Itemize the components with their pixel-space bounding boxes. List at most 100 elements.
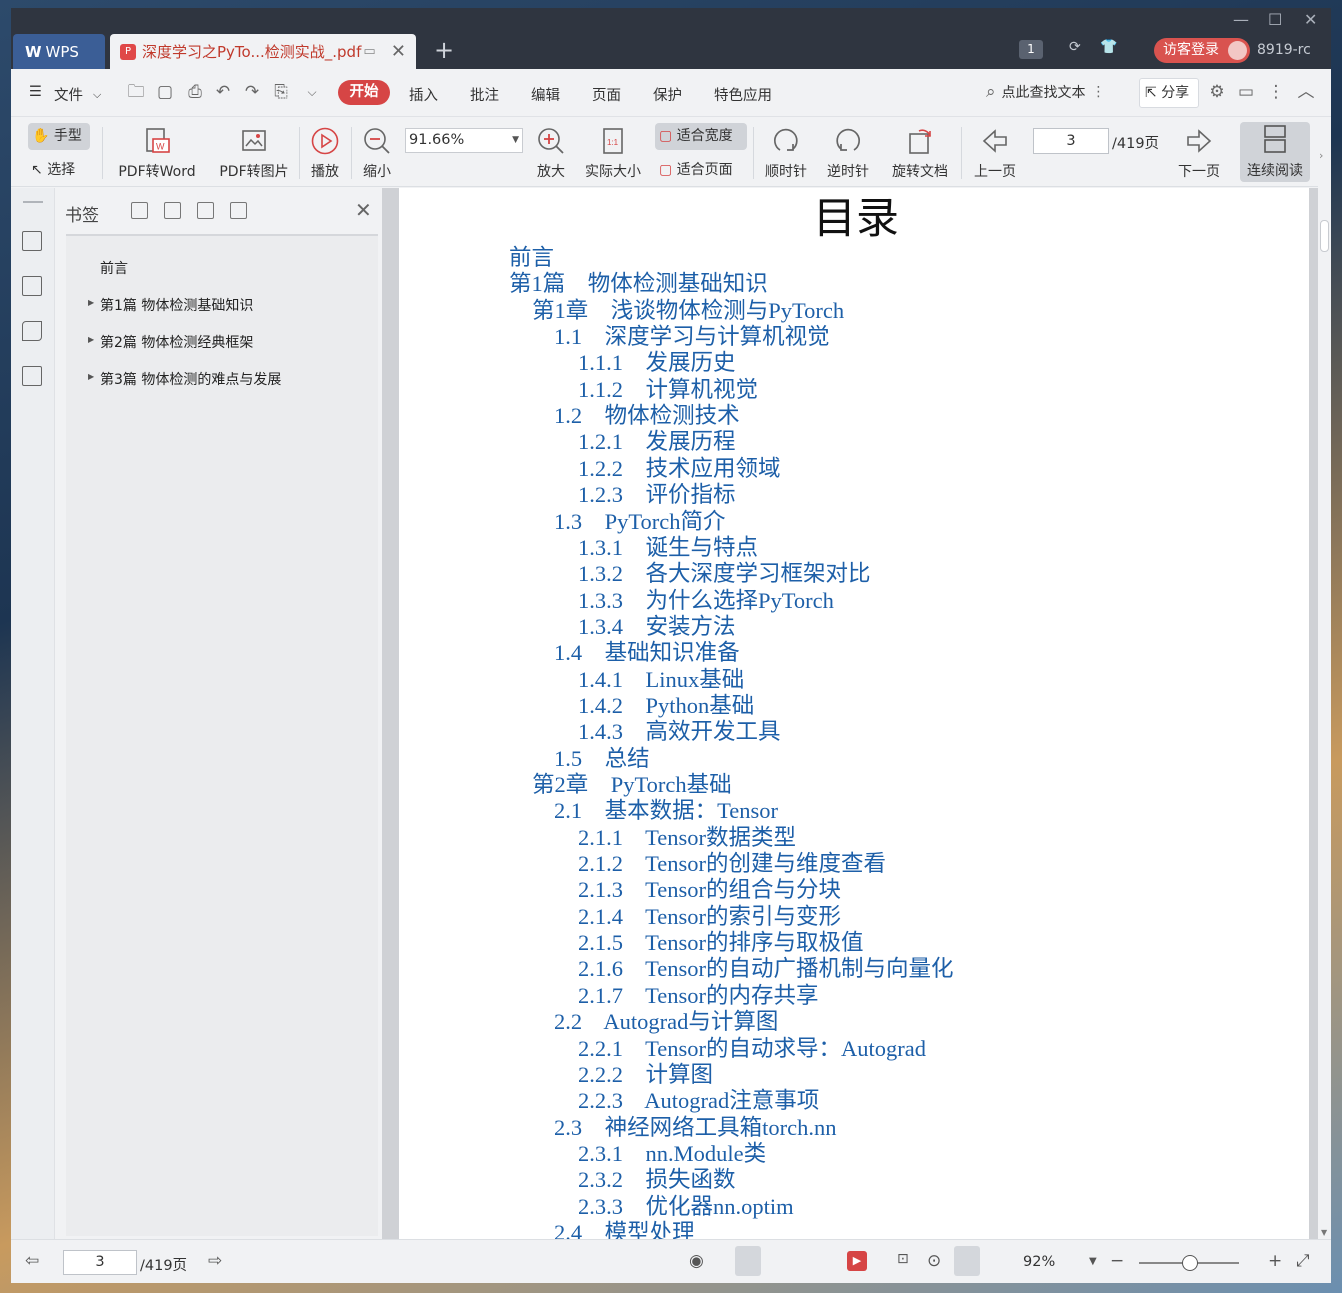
zoom-dropdown-icon[interactable]: ▼ bbox=[1089, 1256, 1097, 1267]
fit-page-small-icon[interactable]: ⊙ bbox=[927, 1251, 941, 1271]
tab-document[interactable]: P 深度学习之PyTo...检测实战_.pdf ▭ ✕ bbox=[110, 34, 416, 69]
tab-wps-home[interactable]: W WPS bbox=[13, 34, 105, 69]
zoom-slider-knob[interactable] bbox=[1182, 1255, 1198, 1271]
find-text-box[interactable]: ⌕ 点此查找文本 ⋮ bbox=[986, 82, 1106, 102]
close-icon[interactable]: ✕ bbox=[355, 198, 372, 222]
bookmark-item[interactable]: 第1篇 物体检测基础知识 bbox=[100, 295, 253, 315]
expand-triangle-icon[interactable]: ▶ bbox=[88, 335, 94, 344]
login-button[interactable]: 访客登录 bbox=[1154, 38, 1250, 63]
vertical-scrollbar[interactable]: ▼ bbox=[1318, 188, 1331, 1239]
eye-protection-icon[interactable]: ◉ bbox=[689, 1251, 704, 1271]
signature-icon[interactable] bbox=[22, 366, 42, 386]
collapse-ribbon-icon[interactable]: ︿ bbox=[1295, 81, 1317, 103]
thumbnail-icon[interactable] bbox=[22, 276, 42, 296]
zoom-in-button[interactable]: 放大 bbox=[533, 125, 569, 181]
zoom-plus-icon[interactable]: + bbox=[1268, 1251, 1282, 1271]
tab-edit[interactable]: 编辑 bbox=[531, 84, 560, 105]
continuous-view-icon[interactable] bbox=[765, 1246, 791, 1276]
expand-triangle-icon[interactable]: ▶ bbox=[88, 298, 94, 307]
single-page-view-icon[interactable] bbox=[735, 1246, 761, 1276]
save-icon[interactable]: ▢ bbox=[154, 81, 176, 103]
more-icon[interactable]: ⋮ bbox=[1265, 81, 1287, 103]
sync-icon[interactable]: ⟳ bbox=[1069, 39, 1081, 55]
select-tool-button[interactable]: ↖ 选择 bbox=[31, 159, 75, 179]
close-window-icon[interactable]: ✕ bbox=[1304, 10, 1317, 29]
actual-size-small-icon[interactable]: ⊡ bbox=[897, 1251, 909, 1267]
hamburger-icon[interactable]: ☰ bbox=[29, 84, 42, 100]
status-page-input[interactable]: 3 bbox=[63, 1250, 137, 1275]
tab-insert[interactable]: 插入 bbox=[409, 84, 438, 105]
actual-size-label: 实际大小 bbox=[585, 164, 641, 180]
zoom-out-button[interactable]: 缩小 bbox=[359, 125, 395, 181]
play-button[interactable]: 播放 bbox=[307, 125, 343, 181]
two-page-view-icon[interactable] bbox=[795, 1246, 821, 1276]
fit-page-button[interactable]: ▢ 适合页面 bbox=[659, 159, 733, 179]
window-count-badge[interactable]: 1 bbox=[1019, 40, 1043, 59]
status-zoom-value[interactable]: 92% bbox=[1023, 1254, 1055, 1270]
bookmark-item[interactable]: 第3篇 物体检测的难点与发展 bbox=[100, 369, 281, 389]
add-bookmark-icon[interactable] bbox=[197, 202, 214, 219]
bookmark-item[interactable]: 前言 bbox=[100, 258, 128, 278]
tab-protect[interactable]: 保护 bbox=[653, 84, 682, 105]
scroll-down-icon[interactable]: ▼ bbox=[1321, 1228, 1327, 1237]
slideshow-icon[interactable]: ▶ bbox=[847, 1251, 867, 1271]
annotation-icon[interactable] bbox=[22, 321, 42, 341]
zoom-minus-icon[interactable]: − bbox=[1110, 1251, 1124, 1271]
bookmark-panel-icon[interactable] bbox=[22, 231, 42, 251]
maximize-icon[interactable]: ☐ bbox=[1268, 10, 1282, 29]
rotate-document-icon bbox=[887, 125, 953, 157]
status-page-total: /419页 bbox=[140, 1258, 188, 1274]
next-page-button[interactable]: 下一页 bbox=[1173, 125, 1225, 181]
redo-icon[interactable]: ↷ bbox=[241, 81, 263, 103]
toolbar-scroll-right-icon[interactable]: › bbox=[1319, 149, 1323, 162]
collapse-all-icon[interactable] bbox=[164, 202, 181, 219]
new-tab-button[interactable]: + bbox=[434, 38, 454, 62]
tab-annotate[interactable]: 批注 bbox=[470, 84, 499, 105]
toolbar-divider bbox=[299, 127, 300, 179]
skin-icon[interactable]: 👕 bbox=[1100, 39, 1117, 55]
expand-all-icon[interactable] bbox=[131, 202, 148, 219]
open-folder-icon[interactable]: 🗀 bbox=[125, 81, 147, 103]
next-page-small-icon[interactable]: ⇨ bbox=[208, 1251, 222, 1271]
gear-icon[interactable]: ⚙ bbox=[1206, 81, 1228, 103]
pdf-to-image-button[interactable]: PDF转图片 bbox=[213, 125, 295, 181]
tab-start[interactable]: 开始 bbox=[338, 80, 390, 105]
rotate-clockwise-button[interactable]: 顺时针 bbox=[761, 125, 811, 181]
pdf-to-word-button[interactable]: W PDF转Word bbox=[113, 125, 201, 181]
zoom-select[interactable]: 91.66% ▼ bbox=[405, 128, 523, 153]
continuous-read-button[interactable]: 连续阅读 bbox=[1240, 122, 1310, 182]
export-icon[interactable]: ⎘ bbox=[270, 81, 292, 103]
file-menu[interactable]: 文件 bbox=[54, 84, 83, 105]
fit-width-small-icon[interactable] bbox=[954, 1246, 980, 1276]
expand-triangle-icon[interactable]: ▶ bbox=[88, 372, 94, 381]
print-icon[interactable]: ⎙ bbox=[184, 81, 206, 103]
prev-page-small-icon[interactable]: ⇦ bbox=[25, 1251, 39, 1271]
page-total-label: /419页 bbox=[1112, 136, 1160, 152]
close-tab-icon[interactable]: ✕ bbox=[391, 41, 406, 62]
actual-size-button[interactable]: 1:1 实际大小 bbox=[581, 125, 645, 181]
prev-page-button[interactable]: 上一页 bbox=[969, 125, 1021, 181]
more-dropdown-icon[interactable]: ⌵ bbox=[301, 81, 323, 103]
comment-icon[interactable]: ▭ bbox=[1235, 81, 1257, 103]
document-viewport[interactable]: 目录 前言 第1篇 物体检测基础知识 第1章 浅谈物体检测与PyTorch 1.1 深… bbox=[382, 188, 1318, 1239]
more-vert-icon[interactable]: ⋮ bbox=[1092, 84, 1106, 100]
scrollbar-thumb[interactable] bbox=[1320, 220, 1329, 252]
tab-features[interactable]: 特色应用 bbox=[714, 84, 772, 105]
zoom-slider[interactable] bbox=[1139, 1255, 1239, 1271]
pdf-to-word-icon: W bbox=[113, 125, 201, 157]
minimize-icon[interactable]: — bbox=[1233, 10, 1249, 29]
page-number-input[interactable]: 3 bbox=[1033, 128, 1109, 154]
bookmark-item[interactable]: 第2篇 物体检测经典框架 bbox=[100, 332, 253, 352]
share-button[interactable]: ⇱ 分享 bbox=[1139, 78, 1199, 108]
fit-width-button[interactable]: ▢ 适合宽度 bbox=[655, 123, 747, 150]
chevron-down-icon[interactable]: ⌵ bbox=[93, 88, 101, 102]
hand-icon: ✋ bbox=[32, 128, 50, 144]
rotate-document-button[interactable]: 旋转文档 bbox=[887, 125, 953, 181]
toc-entry[interactable]: 2.4 模型处理 bbox=[554, 1215, 695, 1239]
hand-tool-button[interactable]: ✋ 手型 bbox=[28, 123, 90, 150]
tab-page[interactable]: 页面 bbox=[592, 84, 621, 105]
rotate-counterclockwise-button[interactable]: 逆时针 bbox=[823, 125, 873, 181]
fullscreen-icon[interactable]: ⤢ bbox=[1296, 1251, 1310, 1271]
undo-icon[interactable]: ↶ bbox=[212, 81, 234, 103]
delete-bookmark-icon[interactable] bbox=[230, 202, 247, 219]
